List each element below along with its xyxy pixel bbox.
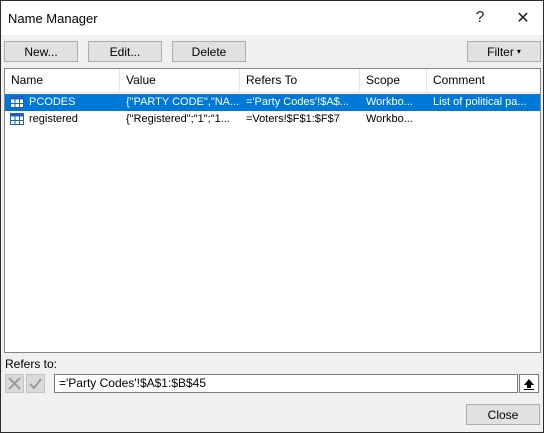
refers-to-cell: =Voters!$F$1:$F$7 bbox=[246, 113, 340, 125]
collapse-dialog-button[interactable] bbox=[519, 374, 539, 393]
dialog-title: Name Manager bbox=[8, 11, 98, 26]
dropdown-arrow-icon: ▾ bbox=[516, 47, 521, 56]
close-icon[interactable]: ✕ bbox=[503, 1, 543, 35]
name-row[interactable]: registered {"Registered";"1";"1... =Vote… bbox=[5, 111, 540, 128]
column-header-value[interactable]: Value bbox=[120, 69, 240, 92]
close-button-label: Close bbox=[487, 407, 519, 422]
name-manager-dialog: Name Manager ? ✕ New... Edit... Delete F… bbox=[0, 0, 544, 433]
column-header-comment[interactable]: Comment bbox=[427, 69, 540, 92]
comment-cell: List of political pa... bbox=[433, 96, 527, 108]
checkmark-icon bbox=[29, 378, 42, 390]
confirm-edit-button[interactable] bbox=[26, 374, 45, 393]
collapse-arrow-icon bbox=[524, 378, 534, 390]
table-icon bbox=[10, 96, 24, 108]
close-button[interactable]: Close bbox=[466, 404, 540, 425]
list-header: Name Value Refers To Scope Comment bbox=[5, 69, 540, 93]
value-cell: {"PARTY CODE","NA... bbox=[126, 96, 240, 108]
names-list[interactable]: Name Value Refers To Scope Comment PCODE… bbox=[4, 68, 541, 353]
value-cell: {"Registered";"1";"1... bbox=[126, 113, 230, 125]
column-header-scope[interactable]: Scope bbox=[360, 69, 427, 92]
scope-cell: Workbo... bbox=[366, 113, 413, 125]
new-button[interactable]: New... bbox=[4, 41, 78, 62]
filter-button[interactable]: Filter ▾ bbox=[467, 41, 541, 62]
name-cell: registered bbox=[29, 113, 78, 125]
column-header-name[interactable]: Name bbox=[5, 69, 120, 92]
edit-button[interactable]: Edit... bbox=[88, 41, 162, 62]
delete-button-label: Delete bbox=[191, 44, 227, 59]
cancel-x-icon bbox=[8, 377, 21, 390]
cancel-edit-button[interactable] bbox=[5, 374, 24, 393]
name-cell: PCODES bbox=[29, 96, 76, 108]
column-header-refers-to[interactable]: Refers To bbox=[240, 69, 360, 92]
name-row[interactable]: PCODES {"PARTY CODE","NA... ='Party Code… bbox=[5, 94, 540, 111]
refers-to-cell: ='Party Codes'!$A$... bbox=[246, 96, 349, 108]
refers-to-label: Refers to: bbox=[5, 357, 58, 371]
scope-cell: Workbo... bbox=[366, 96, 413, 108]
filter-button-label: Filter bbox=[487, 44, 514, 59]
new-button-label: New... bbox=[24, 44, 58, 59]
delete-button[interactable]: Delete bbox=[172, 41, 246, 62]
title-bar: Name Manager ? ✕ bbox=[1, 1, 543, 35]
table-icon bbox=[10, 113, 24, 125]
refers-to-input[interactable]: ='Party Codes'!$A$1:$B$45 bbox=[54, 374, 518, 393]
comment-cell bbox=[427, 111, 540, 128]
edit-button-label: Edit... bbox=[109, 44, 141, 59]
help-button[interactable]: ? bbox=[460, 1, 500, 35]
